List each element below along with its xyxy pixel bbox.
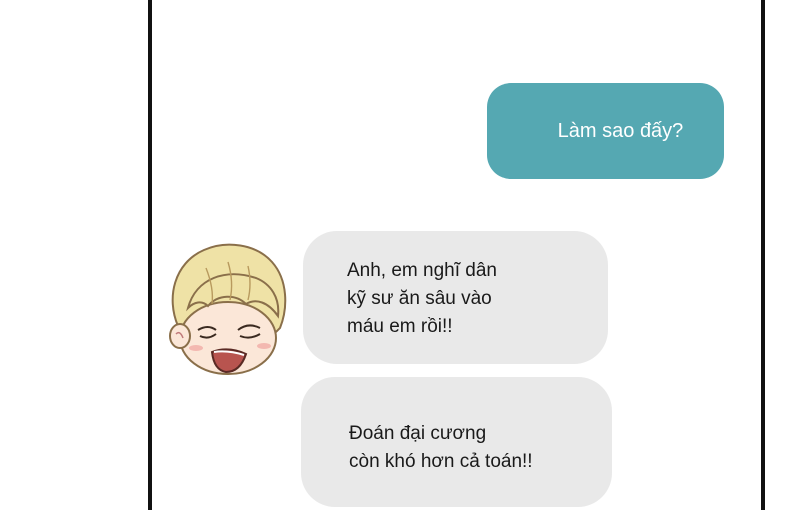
received-message-bubble: Đoán đại cương còn khó hơn cả toán!!: [301, 377, 612, 507]
message-text: Anh, em nghĩ dân: [347, 260, 497, 281]
chibi-boy-avatar-icon: [169, 243, 287, 375]
message-text: Làm sao đấy?: [557, 120, 684, 142]
message-text: kỹ sư ăn sâu vào: [347, 288, 492, 309]
message-text: còn khó hơn cả toán!!: [349, 451, 533, 472]
message-text: máu em rồi!!: [347, 316, 453, 337]
message-text: Đoán đại cương: [349, 423, 487, 444]
received-message-bubble: Anh, em nghĩ dân kỹ sư ăn sâu vào máu em…: [303, 231, 608, 364]
sent-message-bubble: Làm sao đấy?: [487, 83, 724, 179]
